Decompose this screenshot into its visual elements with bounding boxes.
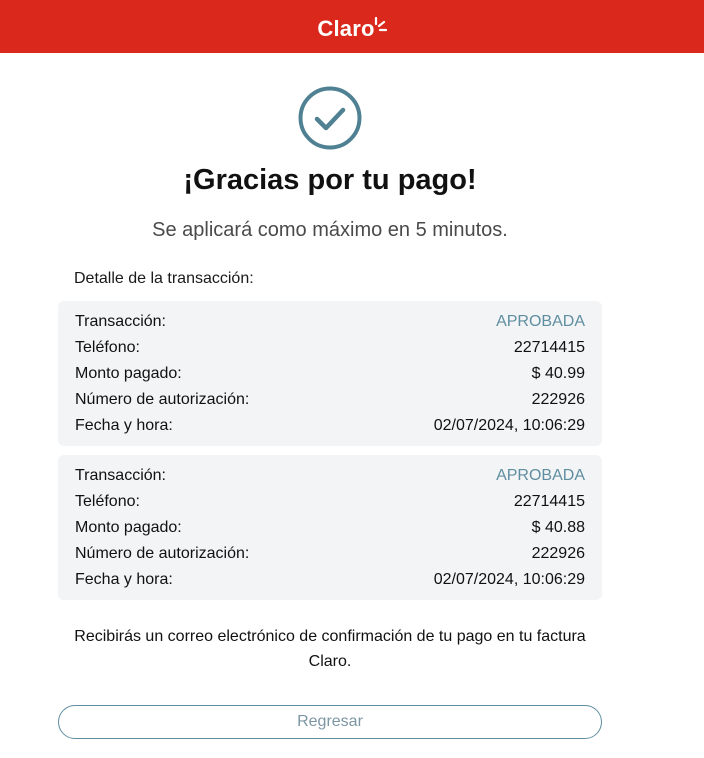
page-title: ¡Gracias por tu pago!: [183, 164, 477, 196]
datetime-row: Fecha y hora: 02/07/2024, 10:06:29: [58, 413, 602, 439]
app-header: Claro: [0, 0, 704, 53]
row-value: 02/07/2024, 10:06:29: [433, 571, 585, 588]
row-value: 02/07/2024, 10:06:29: [433, 417, 585, 434]
transaction-status-row: Transacción: APROBADA: [58, 309, 602, 335]
amount-row: Monto pagado: $ 40.88: [58, 515, 602, 541]
transaction-card: Transacción: APROBADA Teléfono: 22714415…: [58, 301, 602, 446]
claro-logo[interactable]: Claro: [317, 15, 387, 42]
row-value: $ 40.99: [531, 365, 585, 382]
status-badge: APROBADA: [496, 313, 585, 330]
row-value: 222926: [531, 545, 585, 562]
phone-row: Teléfono: 22714415: [58, 489, 602, 515]
authorization-row: Número de autorización: 222926: [58, 541, 602, 567]
row-value: 22714415: [513, 339, 585, 356]
amount-row: Monto pagado: $ 40.99: [58, 361, 602, 387]
row-label: Fecha y hora:: [75, 417, 173, 434]
logo-text: Claro: [317, 15, 375, 41]
transaction-card: Transacción: APROBADA Teléfono: 22714415…: [58, 455, 602, 600]
back-button[interactable]: Regresar: [58, 705, 602, 739]
logo-burst-icon: [374, 16, 387, 31]
row-label: Teléfono:: [75, 493, 140, 510]
check-circle-icon: [298, 86, 362, 150]
datetime-row: Fecha y hora: 02/07/2024, 10:06:29: [58, 567, 602, 593]
row-label: Número de autorización:: [75, 545, 250, 562]
row-value: 222926: [531, 391, 585, 408]
row-label: Monto pagado:: [75, 519, 182, 536]
row-label: Teléfono:: [75, 339, 140, 356]
transaction-detail-heading: Detalle de la transacción:: [74, 270, 254, 287]
row-label: Transacción:: [75, 467, 166, 484]
row-value: $ 40.88: [531, 519, 585, 536]
row-label: Transacción:: [75, 313, 166, 330]
row-label: Monto pagado:: [75, 365, 182, 382]
confirmation-email-note: Recibirás un correo electrónico de confi…: [74, 628, 586, 670]
status-badge: APROBADA: [496, 467, 585, 484]
phone-row: Teléfono: 22714415: [58, 335, 602, 361]
authorization-row: Número de autorización: 222926: [58, 387, 602, 413]
row-label: Número de autorización:: [75, 391, 250, 408]
row-value: 22714415: [513, 493, 585, 510]
page-subtitle: Se aplicará como máximo en 5 minutos.: [152, 219, 508, 241]
transaction-status-row: Transacción: APROBADA: [58, 463, 602, 489]
row-label: Fecha y hora:: [75, 571, 173, 588]
